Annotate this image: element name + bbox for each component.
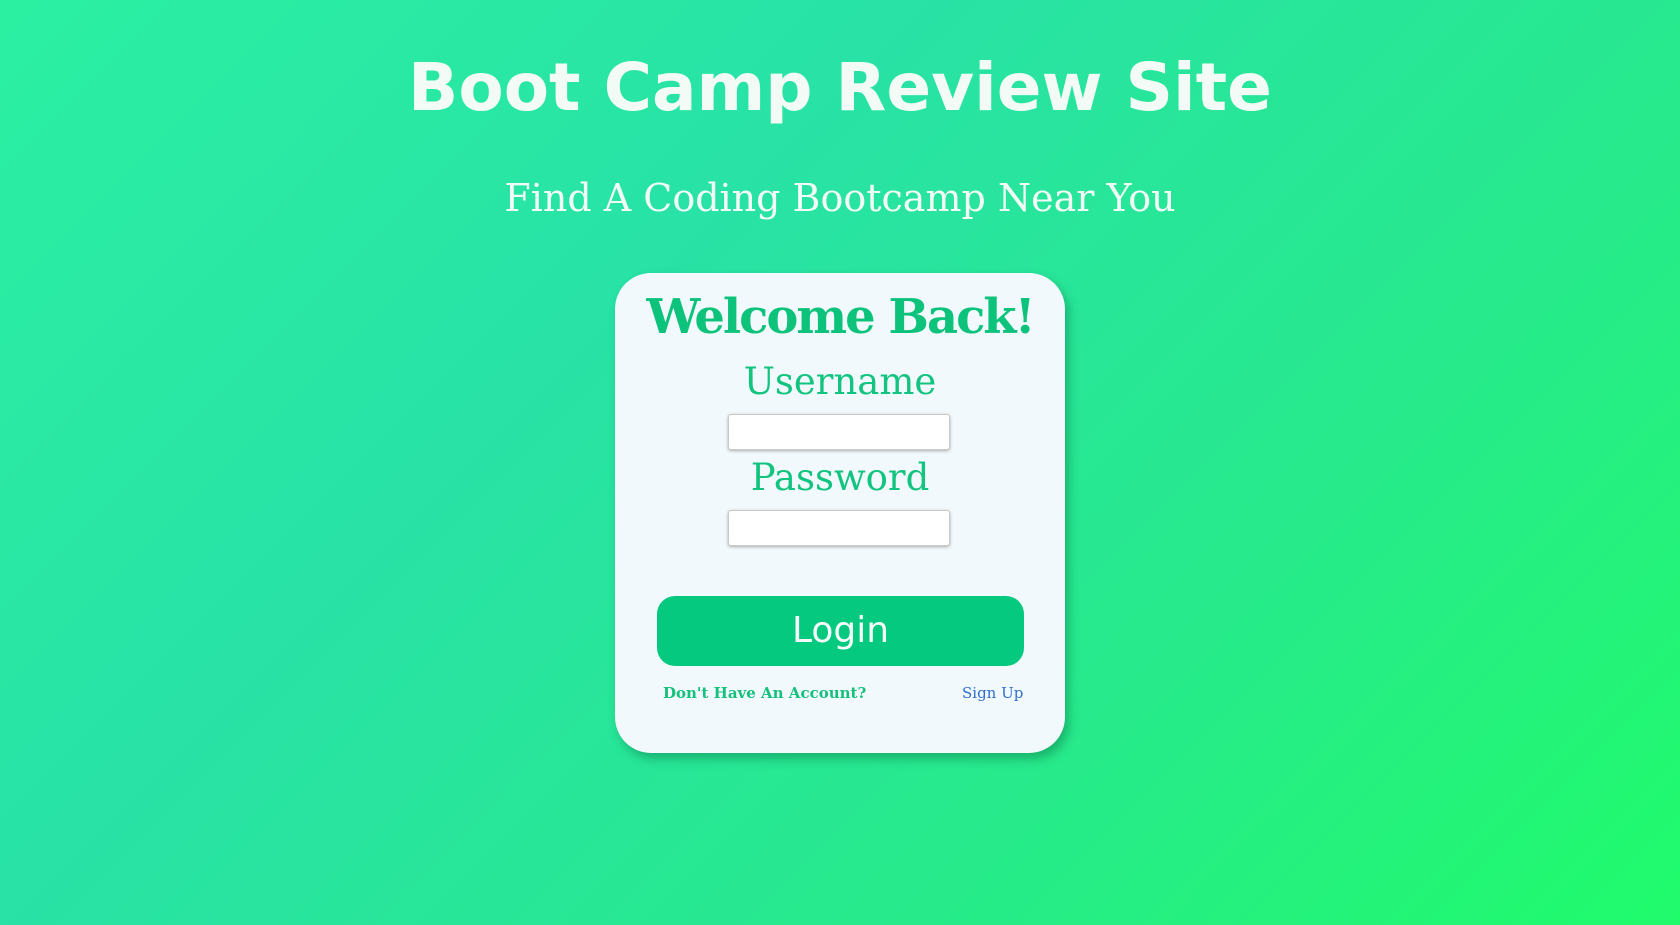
login-button[interactable]: Login [657, 596, 1024, 666]
username-input[interactable] [728, 414, 950, 450]
no-account-text: Don't Have An Account? [663, 684, 867, 702]
site-title: Boot Camp Review Site [408, 49, 1272, 126]
card-title: Welcome Back! [646, 289, 1035, 345]
login-card: Welcome Back! Username Password Login Do… [615, 273, 1065, 753]
signup-link[interactable]: Sign Up [962, 683, 1023, 703]
site-subtitle: Find A Coding Bootcamp Near You [504, 176, 1176, 220]
username-label: Username [743, 360, 937, 403]
password-label: Password [750, 456, 930, 499]
password-input[interactable] [728, 510, 950, 546]
